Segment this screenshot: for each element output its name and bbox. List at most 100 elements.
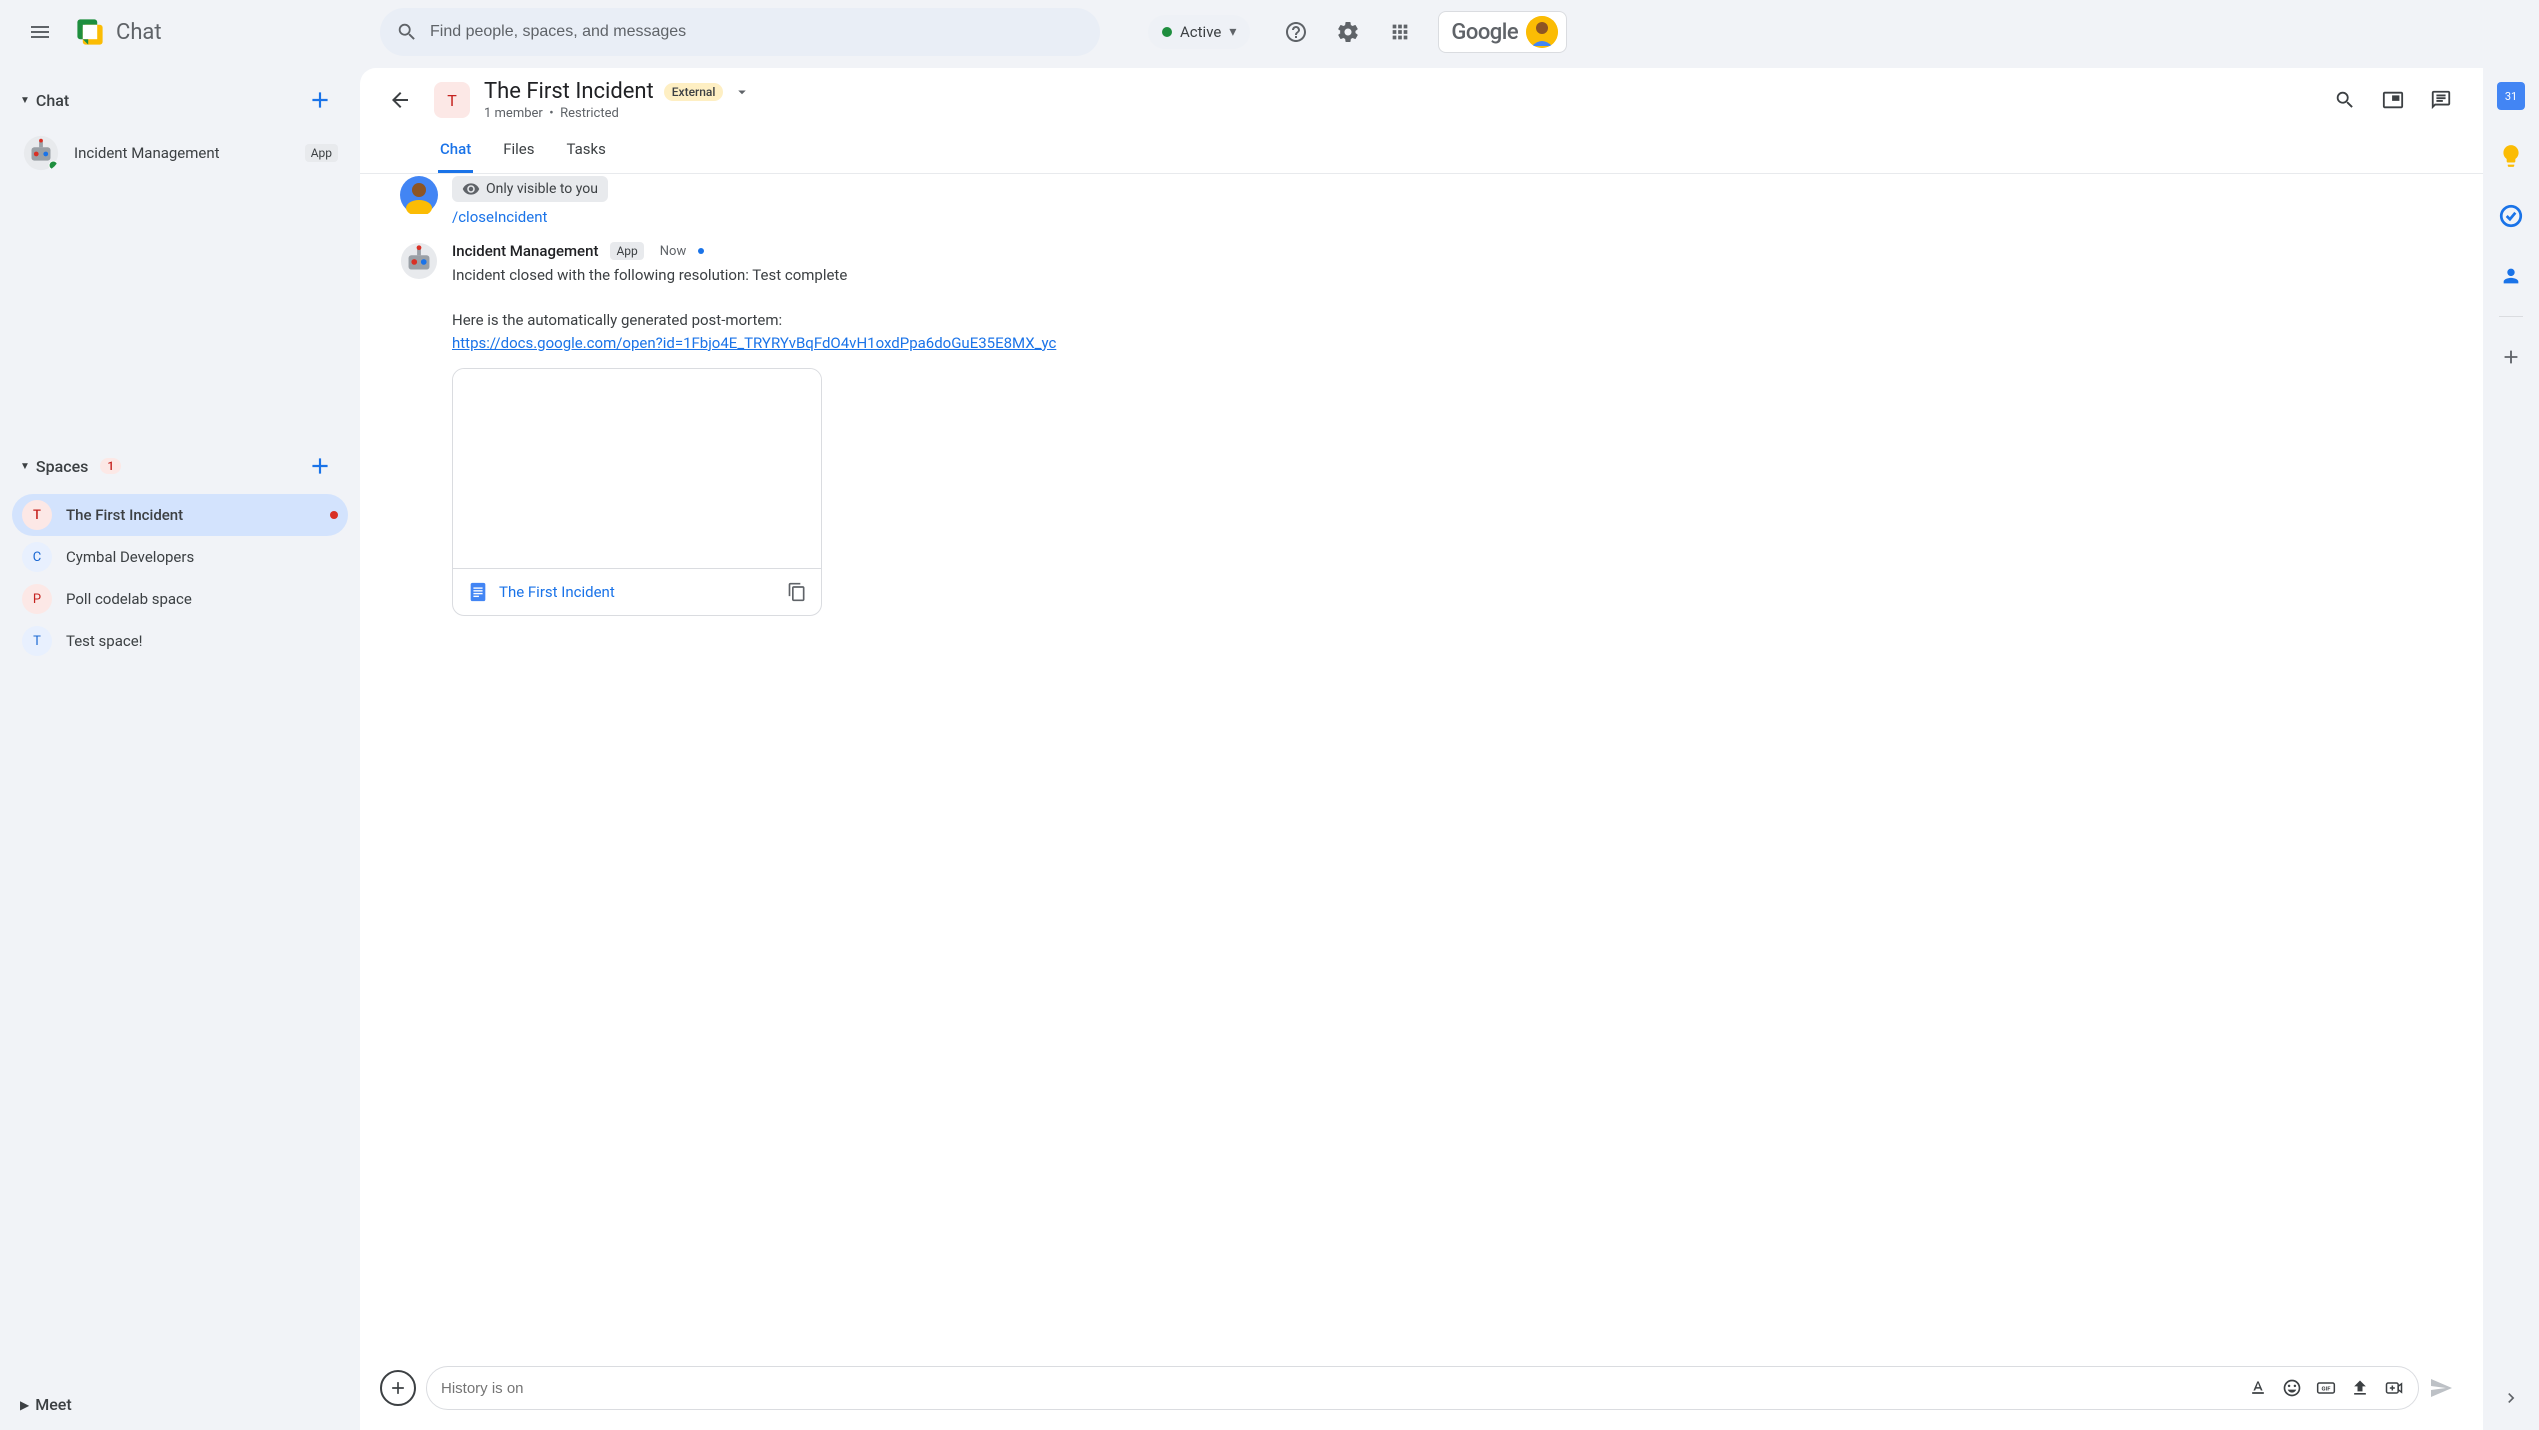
message-list: Only visible to you /closeIncident [360,174,2483,1356]
pip-button[interactable] [2371,78,2415,122]
avatar-icon [1526,16,1558,48]
attachment-card[interactable]: The First Incident [452,368,822,616]
bot-avatar-icon [400,242,438,280]
tab-chat[interactable]: Chat [438,130,473,173]
help-icon [1284,20,1308,44]
space-title-row[interactable]: The First Incident External [484,79,751,104]
rail-calendar[interactable]: 31 [2491,76,2531,116]
visibility-notice: Only visible to you [452,176,608,202]
chevron-down-icon [733,83,751,101]
message-composer[interactable]: GIF [426,1366,2419,1410]
space-item-first-incident[interactable]: T The First Incident [12,494,348,536]
space-header-avatar: T [434,82,470,118]
app-name: Chat [116,20,162,45]
search-input[interactable] [430,23,1084,41]
picture-in-picture-icon [2382,89,2404,111]
gif-icon[interactable]: GIF [2316,1378,2336,1398]
left-sidebar: ▼ Chat Incident Management App [0,64,360,1430]
tab-files[interactable]: Files [501,130,536,173]
bot-avatar-icon [22,134,60,172]
send-button[interactable] [2429,1376,2453,1400]
thread-panel-button[interactable] [2419,78,2463,122]
chat-logo-icon [72,14,108,50]
help-button[interactable] [1274,10,1318,54]
plus-icon [307,453,333,479]
space-item-label: The First Incident [66,506,316,524]
bot-message-avatar [400,242,438,280]
emoji-icon[interactable] [2282,1378,2302,1398]
app-logo-area: Chat [72,14,352,50]
google-label: Google [1451,20,1518,45]
top-bar: Chat Active ▾ Google [0,0,2539,64]
chat-item-incident-management[interactable]: Incident Management App [12,128,348,178]
chat-section-header[interactable]: ▼ Chat [12,72,348,128]
space-item-label: Cymbal Developers [66,548,338,566]
apps-button[interactable] [1378,10,1422,54]
main-menu-button[interactable] [16,8,64,56]
settings-button[interactable] [1326,10,1370,54]
space-header: T The First Incident External 1 member •… [360,68,2483,174]
space-avatar: T [22,500,52,530]
rail-keep[interactable] [2491,136,2531,176]
attachment-preview [453,369,821,569]
upload-icon[interactable] [2350,1378,2370,1398]
search-icon [396,21,418,43]
space-item-test-space[interactable]: T Test space! [12,620,348,662]
plus-icon [388,1378,408,1398]
side-panel-rail: 31 [2483,64,2539,1430]
back-button[interactable] [380,80,420,120]
video-call-icon[interactable] [2384,1378,2404,1398]
rail-contacts[interactable] [2491,256,2531,296]
google-account-box[interactable]: Google [1438,11,1567,53]
chat-section-label: Chat [36,91,69,110]
postmortem-link[interactable]: https://docs.google.com/open?id=1Fbjo4E_… [452,334,1056,352]
apps-grid-icon [1389,21,1411,43]
keep-icon [2498,143,2524,169]
composer-input[interactable] [441,1380,2248,1397]
notification-dot-icon [330,511,338,519]
avatar-icon [400,176,438,214]
calendar-icon: 31 [2497,82,2525,110]
attachment-name: The First Incident [499,583,777,601]
chat-item-label: Incident Management [74,144,287,162]
status-selector[interactable]: Active ▾ [1148,15,1250,49]
new-chat-button[interactable] [300,80,340,120]
copy-attachment-button[interactable] [787,582,807,602]
spaces-section-header[interactable]: ▼ Spaces 1 [12,438,348,494]
message-bot: Incident Management App Now Incident clo… [400,234,2443,624]
message-header: Incident Management App Now [452,242,2443,260]
triangle-down-icon: ▼ [20,95,30,106]
meet-section-label: Meet [35,1395,71,1414]
tasks-icon [2498,203,2524,229]
meet-section-header[interactable]: ▶ Meet [12,1387,348,1422]
status-label: Active [1180,23,1221,41]
app-badge: App [610,242,643,260]
chevron-right-icon [2501,1388,2521,1408]
spaces-unread-count: 1 [100,458,121,474]
user-avatar[interactable] [1526,16,1558,48]
rail-divider [2499,316,2523,317]
space-item-cymbal-developers[interactable]: C Cymbal Developers [12,536,348,578]
space-avatar: T [22,626,52,656]
space-avatar: C [22,542,52,572]
format-icon[interactable] [2248,1378,2268,1398]
space-item-label: Poll codelab space [66,590,338,608]
search-icon [2334,89,2356,111]
space-item-poll-codelab[interactable]: P Poll codelab space [12,578,348,620]
plus-icon [2500,346,2522,368]
new-space-button[interactable] [300,446,340,486]
rail-tasks[interactable] [2491,196,2531,236]
rail-collapse-button[interactable] [2495,1382,2527,1414]
rail-get-addons[interactable] [2491,337,2531,377]
docs-icon [467,581,489,603]
triangle-right-icon: ▶ [20,1398,29,1412]
copy-icon [787,582,807,602]
external-badge: External [664,83,724,101]
search-in-space-button[interactable] [2323,78,2367,122]
tab-tasks[interactable]: Tasks [565,130,608,173]
plus-icon [307,87,333,113]
search-box[interactable] [380,8,1100,56]
composer-add-button[interactable] [380,1370,416,1406]
unread-indicator-icon [698,248,704,254]
command-text: /closeIncident [452,208,2443,226]
